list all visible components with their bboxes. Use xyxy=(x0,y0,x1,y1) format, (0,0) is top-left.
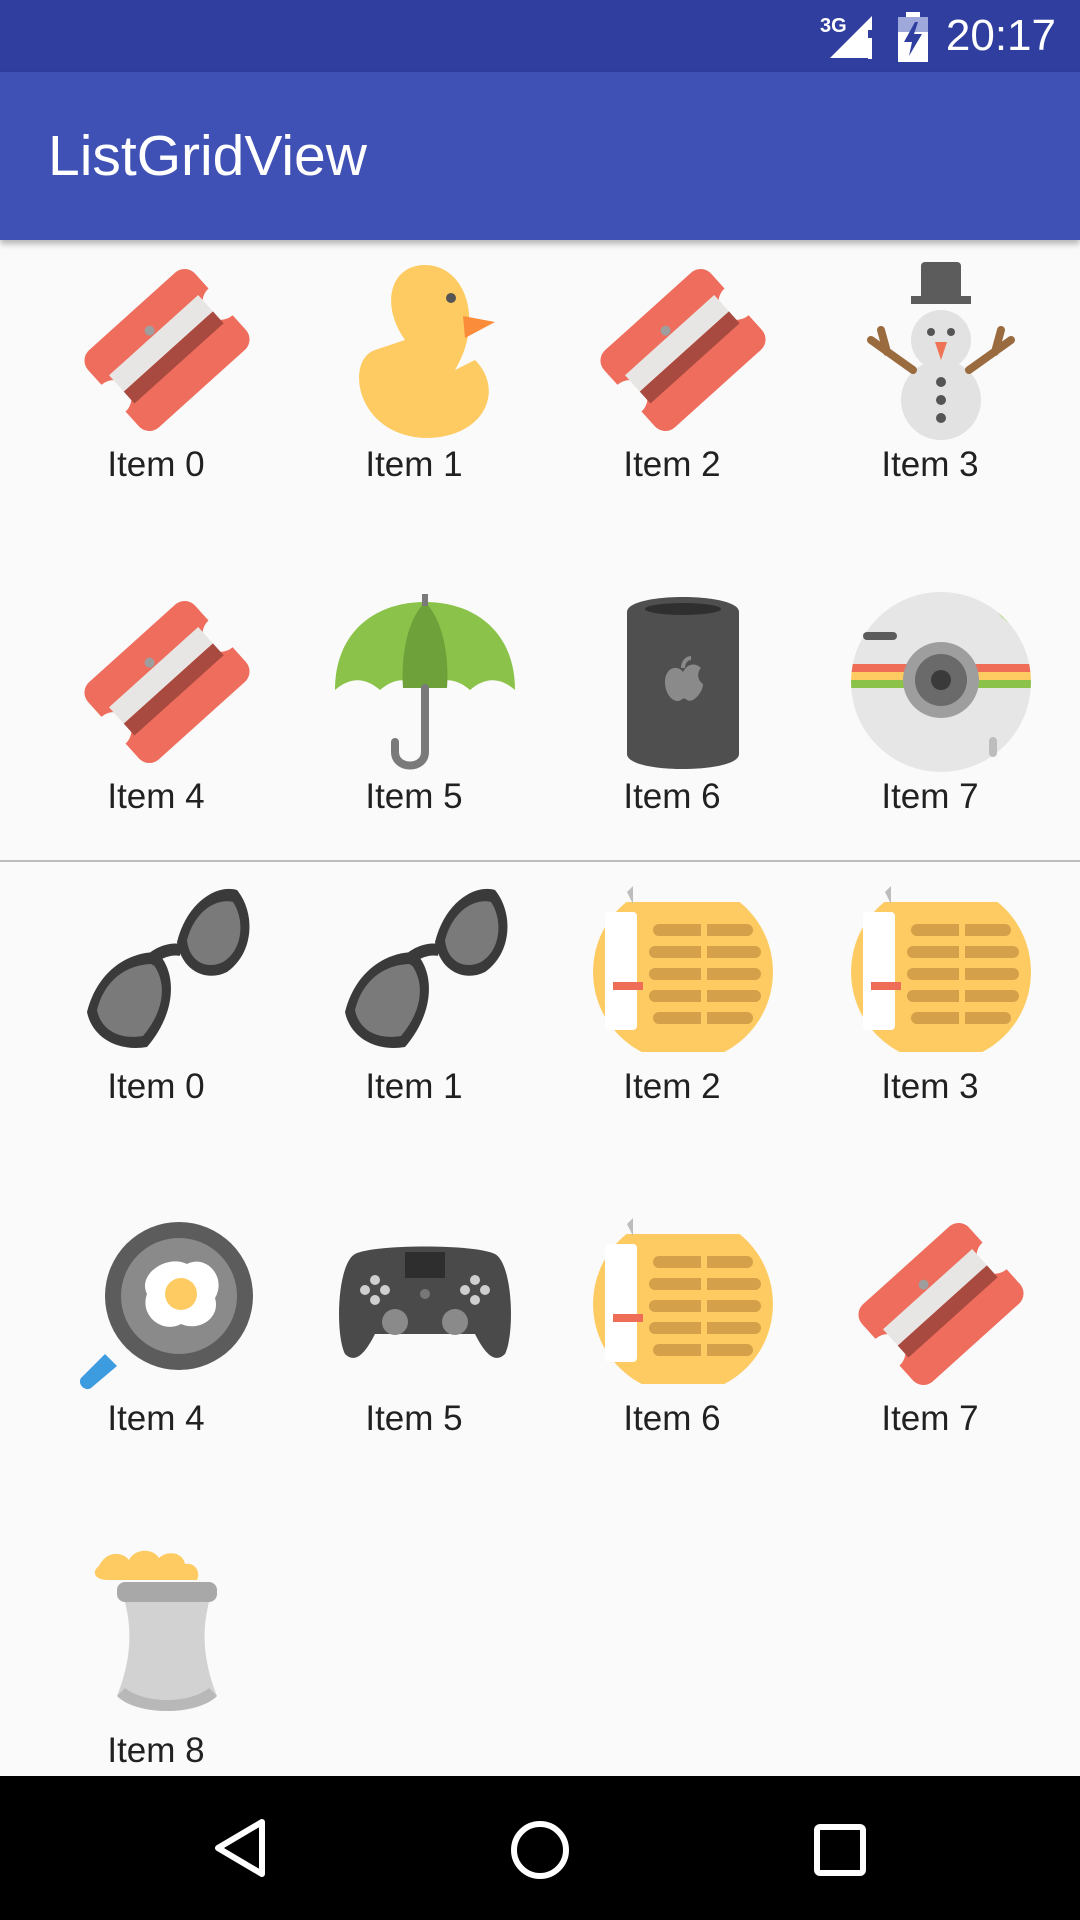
clock: 20:17 xyxy=(945,11,1056,60)
item-label: Item 1 xyxy=(365,1067,463,1106)
sharpener-icon xyxy=(84,268,250,432)
list-item[interactable]: Item 7 xyxy=(801,572,1059,822)
item-label: Item 3 xyxy=(881,445,979,484)
item-label: Item 7 xyxy=(881,777,979,816)
list-item[interactable]: Item 0 xyxy=(27,240,285,490)
item-label: Item 0 xyxy=(107,1067,205,1106)
snowman-icon xyxy=(867,262,1015,440)
item-label: Item 0 xyxy=(107,445,205,484)
grid-item[interactable]: Item 1 xyxy=(285,862,543,1112)
content: Item 0 Item 1 Item 2 Item 3 Item 4 Item … xyxy=(0,240,1080,1776)
grid-item[interactable]: Item 7 xyxy=(801,1194,1059,1444)
grid-item[interactable]: Item 2 xyxy=(543,862,801,1112)
list-item[interactable]: Item 4 xyxy=(27,572,285,822)
grid-item[interactable]: Item 0 xyxy=(27,862,285,1112)
umbrella-icon xyxy=(335,594,515,770)
home-icon[interactable] xyxy=(508,1818,572,1882)
grid-item[interactable]: Item 6 xyxy=(543,1194,801,1444)
sharpener-icon xyxy=(84,600,250,764)
duck-icon xyxy=(359,265,495,438)
cell-signal-icon: 3G xyxy=(820,15,874,59)
item-label: Item 3 xyxy=(881,1067,979,1106)
item-label: Item 4 xyxy=(107,1399,205,1438)
list-item[interactable]: Item 3 xyxy=(801,240,1059,490)
grid-item[interactable]: Item 5 xyxy=(285,1194,543,1444)
item-label: Item 1 xyxy=(365,445,463,484)
item-list-top[interactable]: Item 0 Item 1 Item 2 Item 3 Item 4 Item … xyxy=(0,240,1080,860)
battery-charging-icon xyxy=(898,12,928,62)
item-label: Item 2 xyxy=(623,1067,721,1106)
item-label: Item 5 xyxy=(365,1399,463,1438)
list-item[interactable]: Item 6 xyxy=(543,572,801,822)
radio-icon xyxy=(593,1218,773,1384)
item-label: Item 7 xyxy=(881,1399,979,1438)
navigation-bar xyxy=(0,1776,1080,1920)
radio-icon xyxy=(851,886,1031,1052)
grid-item[interactable]: Item 8 xyxy=(27,1526,285,1776)
sunglasses-icon xyxy=(345,888,508,1048)
item-label: Item 8 xyxy=(107,1731,205,1770)
network-type: 3G xyxy=(820,15,847,37)
back-icon[interactable] xyxy=(212,1816,268,1880)
mac-pro-icon xyxy=(627,597,739,769)
radio-icon xyxy=(593,886,773,1052)
gamepad-icon xyxy=(339,1246,511,1358)
list-item[interactable]: Item 5 xyxy=(285,572,543,822)
camera-icon xyxy=(851,592,1031,772)
status-bar: 3G 20:17 xyxy=(0,0,1080,72)
grid-item[interactable]: Item 3 xyxy=(801,862,1059,1112)
item-label: Item 2 xyxy=(623,445,721,484)
grid-item[interactable]: Item 4 xyxy=(27,1194,285,1444)
sharpener-icon xyxy=(600,268,766,432)
frying-pan-icon xyxy=(79,1222,253,1390)
recents-icon[interactable] xyxy=(812,1822,868,1878)
item-grid-bottom[interactable]: Item 0 Item 1 Item 2 Item 3 Item 4 Item … xyxy=(0,862,1080,1776)
item-label: Item 6 xyxy=(623,1399,721,1438)
list-item[interactable]: Item 2 xyxy=(543,240,801,490)
app-bar: ListGridView xyxy=(0,72,1080,240)
item-label: Item 6 xyxy=(623,777,721,816)
popcorn-icon xyxy=(94,1550,217,1711)
app-title: ListGridView xyxy=(48,124,367,188)
list-item[interactable]: Item 1 xyxy=(285,240,543,490)
item-label: Item 4 xyxy=(107,777,205,816)
item-label: Item 5 xyxy=(365,777,463,816)
sunglasses-icon xyxy=(87,888,250,1048)
sharpener-icon xyxy=(858,1222,1024,1386)
